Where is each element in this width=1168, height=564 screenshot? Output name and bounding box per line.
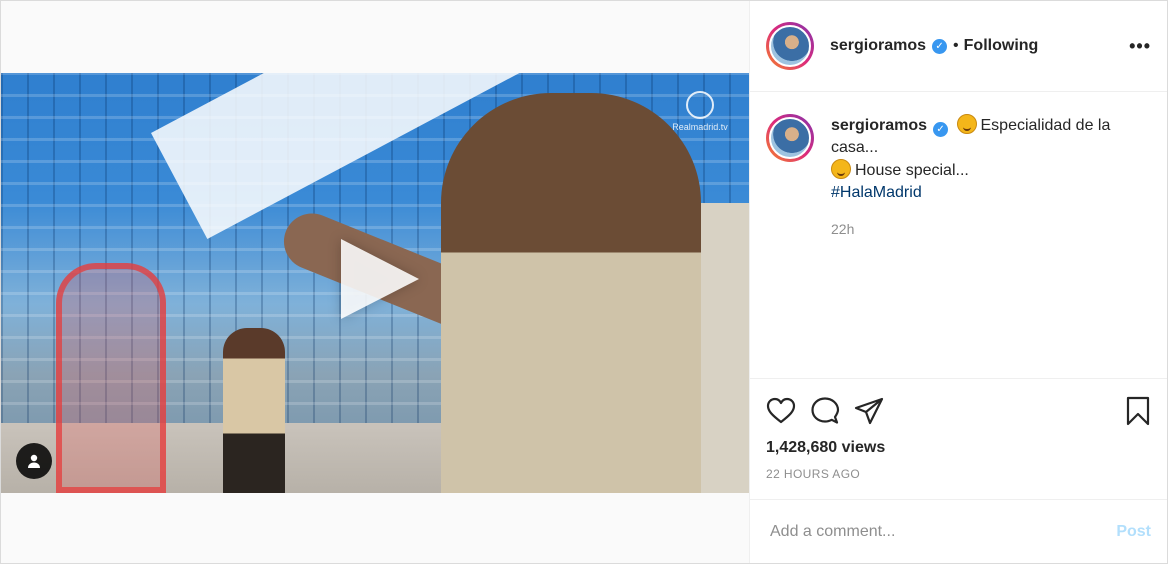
video-player[interactable]: Realmadrid.tv: [1, 73, 749, 493]
avatar-story-ring[interactable]: [766, 22, 814, 70]
save-button[interactable]: [1125, 396, 1151, 426]
main-player: [441, 93, 701, 493]
club-crest-icon: [686, 91, 714, 119]
post-comment-button[interactable]: Post: [1116, 523, 1151, 541]
caption-time: 22h: [831, 221, 855, 237]
media-column: Realmadrid.tv: [1, 1, 750, 563]
caption-avatar-ring[interactable]: [766, 114, 814, 162]
comment-button[interactable]: [810, 396, 840, 426]
caption-body: sergioramos ✓ Especialidad de la casa... …: [831, 114, 1131, 378]
tagged-users-button[interactable]: [16, 443, 52, 479]
training-mannequin: [56, 263, 166, 493]
comment-box: Post: [750, 499, 1167, 563]
views-count[interactable]: 1,428,680 views: [766, 439, 1151, 457]
username-link[interactable]: sergioramos: [830, 37, 926, 55]
caption-verified-badge-icon: ✓: [933, 122, 949, 137]
verified-badge-icon: ✓: [932, 38, 948, 54]
watermark: Realmadrid.tv: [665, 91, 735, 132]
separator-dot: •: [953, 37, 959, 54]
side-panel: sergioramos ✓ • Following ••• sergioramo…: [750, 1, 1167, 563]
post-header: sergioramos ✓ • Following •••: [750, 1, 1167, 92]
face-emoji-icon: [831, 159, 851, 179]
watermark-text: Realmadrid.tv: [672, 122, 728, 132]
following-button[interactable]: Following: [964, 37, 1039, 55]
share-button[interactable]: [854, 397, 884, 425]
post-dialog: Realmadrid.tv sergioramos ✓ • Following …: [0, 0, 1168, 564]
caption-section: sergioramos ✓ Especialidad de la casa... …: [750, 92, 1167, 378]
person-icon: [28, 454, 40, 468]
avatar: [769, 25, 811, 67]
face-emoji-icon: [956, 114, 977, 134]
caption-username-link[interactable]: sergioramos: [831, 117, 927, 134]
post-timestamp[interactable]: 22 HOURS AGO: [766, 467, 1151, 481]
caption-avatar: [769, 117, 811, 159]
like-button[interactable]: [766, 397, 796, 425]
background-player: [223, 328, 285, 493]
more-options-icon[interactable]: •••: [1129, 36, 1151, 57]
heart-icon: [766, 397, 796, 424]
paper-plane-icon: [854, 397, 884, 425]
speech-bubble-icon: [811, 397, 840, 424]
comment-input[interactable]: [770, 522, 1117, 541]
caption-line-2: House special...: [855, 162, 969, 179]
hashtag-link[interactable]: #HalaMadrid: [831, 184, 922, 201]
action-bar: 1,428,680 views 22 HOURS AGO: [750, 378, 1167, 488]
play-icon[interactable]: [341, 239, 419, 319]
bookmark-icon: [1126, 396, 1150, 426]
action-icons: [766, 393, 1151, 429]
